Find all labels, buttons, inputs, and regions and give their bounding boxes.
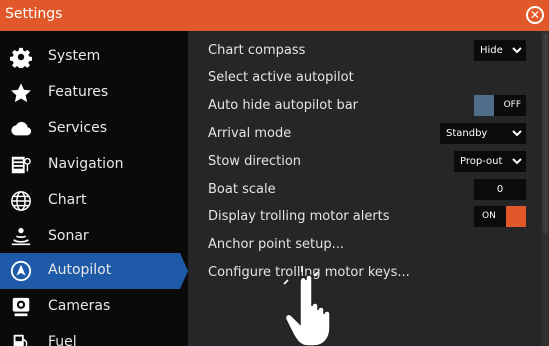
fuel-icon [13, 334, 28, 346]
sidebar: System Features Services Navigation Char… [0, 31, 188, 346]
window-title: Settings [5, 6, 63, 22]
close-icon[interactable]: ✕ [526, 6, 544, 24]
sidebar-item-features[interactable]: Features [0, 75, 184, 111]
setting-label: Auto hide autopilot bar [208, 98, 359, 113]
toggle-knob [506, 206, 526, 227]
setting-row-select-active-autopilot[interactable]: Select active autopilot [188, 64, 540, 91]
title-bar: Settings ✕ [0, 0, 549, 31]
setting-row-arrival-mode[interactable]: Arrival mode Standby [188, 120, 540, 147]
toggle-knob [474, 95, 494, 116]
dropdown-value: Standby [446, 128, 488, 139]
chevron-down-icon [512, 158, 522, 165]
star-icon [11, 83, 31, 103]
setting-label: Anchor point setup... [208, 237, 344, 252]
dropdown-value: Hide [480, 45, 503, 56]
sidebar-item-label: System [48, 48, 101, 64]
setting-label: Select active autopilot [208, 70, 354, 85]
sidebar-item-chart[interactable]: Chart [0, 183, 184, 219]
settings-panel: Chart compass Hide Select active autopil… [188, 31, 549, 346]
sidebar-item-fuel[interactable]: Fuel [0, 325, 184, 346]
globe-icon [11, 191, 31, 211]
sidebar-item-label: Services [48, 120, 108, 136]
setting-label: Chart compass [208, 43, 306, 58]
sidebar-item-label: Cameras [48, 298, 111, 314]
sidebar-item-cameras[interactable]: Cameras [0, 289, 184, 325]
sidebar-item-label: Chart [48, 192, 87, 208]
hand-pointer-icon [283, 266, 331, 346]
setting-label: Stow direction [208, 154, 302, 169]
chart-compass-dropdown[interactable]: Hide [474, 40, 526, 61]
cloud-icon [11, 121, 32, 136]
scrollbar-thumb[interactable] [543, 33, 548, 233]
setting-row-auto-hide-autopilot-bar[interactable]: Auto hide autopilot bar OFF [188, 92, 540, 119]
trolling-alerts-toggle[interactable]: ON [474, 206, 526, 227]
setting-row-display-trolling-motor-alerts[interactable]: Display trolling motor alerts ON [188, 203, 540, 230]
boat-scale-input[interactable]: 0 [474, 179, 526, 200]
chevron-down-icon [512, 130, 522, 137]
settings-window: Settings ✕ System Features Services Navi… [0, 0, 549, 346]
sidebar-item-services[interactable]: Services [0, 111, 184, 147]
sidebar-item-label: Navigation [48, 156, 124, 172]
navigation-icon [11, 156, 31, 174]
setting-label: Boat scale [208, 182, 276, 197]
setting-row-configure-trolling-motor-keys[interactable]: Configure trolling motor keys... [188, 259, 540, 286]
setting-label: Display trolling motor alerts [208, 209, 390, 224]
setting-label: Arrival mode [208, 126, 292, 141]
setting-row-stow-direction[interactable]: Stow direction Prop-out [188, 148, 540, 175]
sidebar-item-system[interactable]: System [0, 39, 184, 75]
setting-row-anchor-point-setup[interactable]: Anchor point setup... [188, 231, 540, 258]
stow-direction-dropdown[interactable]: Prop-out [454, 151, 526, 172]
autopilot-icon [10, 260, 32, 282]
auto-hide-toggle[interactable]: OFF [474, 95, 526, 116]
sonar-icon [11, 227, 31, 246]
chevron-down-icon [512, 47, 522, 54]
toggle-state: OFF [503, 100, 521, 110]
gear-icon [10, 47, 32, 68]
setting-row-chart-compass[interactable]: Chart compass Hide [188, 37, 540, 64]
arrival-mode-dropdown[interactable]: Standby [440, 123, 526, 144]
dropdown-value: Prop-out [460, 156, 503, 167]
camera-icon [12, 297, 30, 317]
toggle-state: ON [482, 211, 496, 221]
sidebar-item-label: Fuel [48, 334, 77, 346]
sidebar-item-label: Sonar [48, 228, 89, 244]
sidebar-item-label: Features [48, 84, 109, 100]
setting-row-boat-scale[interactable]: Boat scale 0 [188, 176, 540, 203]
sidebar-item-autopilot[interactable]: Autopilot [0, 253, 188, 289]
sidebar-item-navigation[interactable]: Navigation [0, 147, 184, 183]
sidebar-item-label: Autopilot [48, 262, 112, 278]
sidebar-item-sonar[interactable]: Sonar [0, 219, 184, 255]
